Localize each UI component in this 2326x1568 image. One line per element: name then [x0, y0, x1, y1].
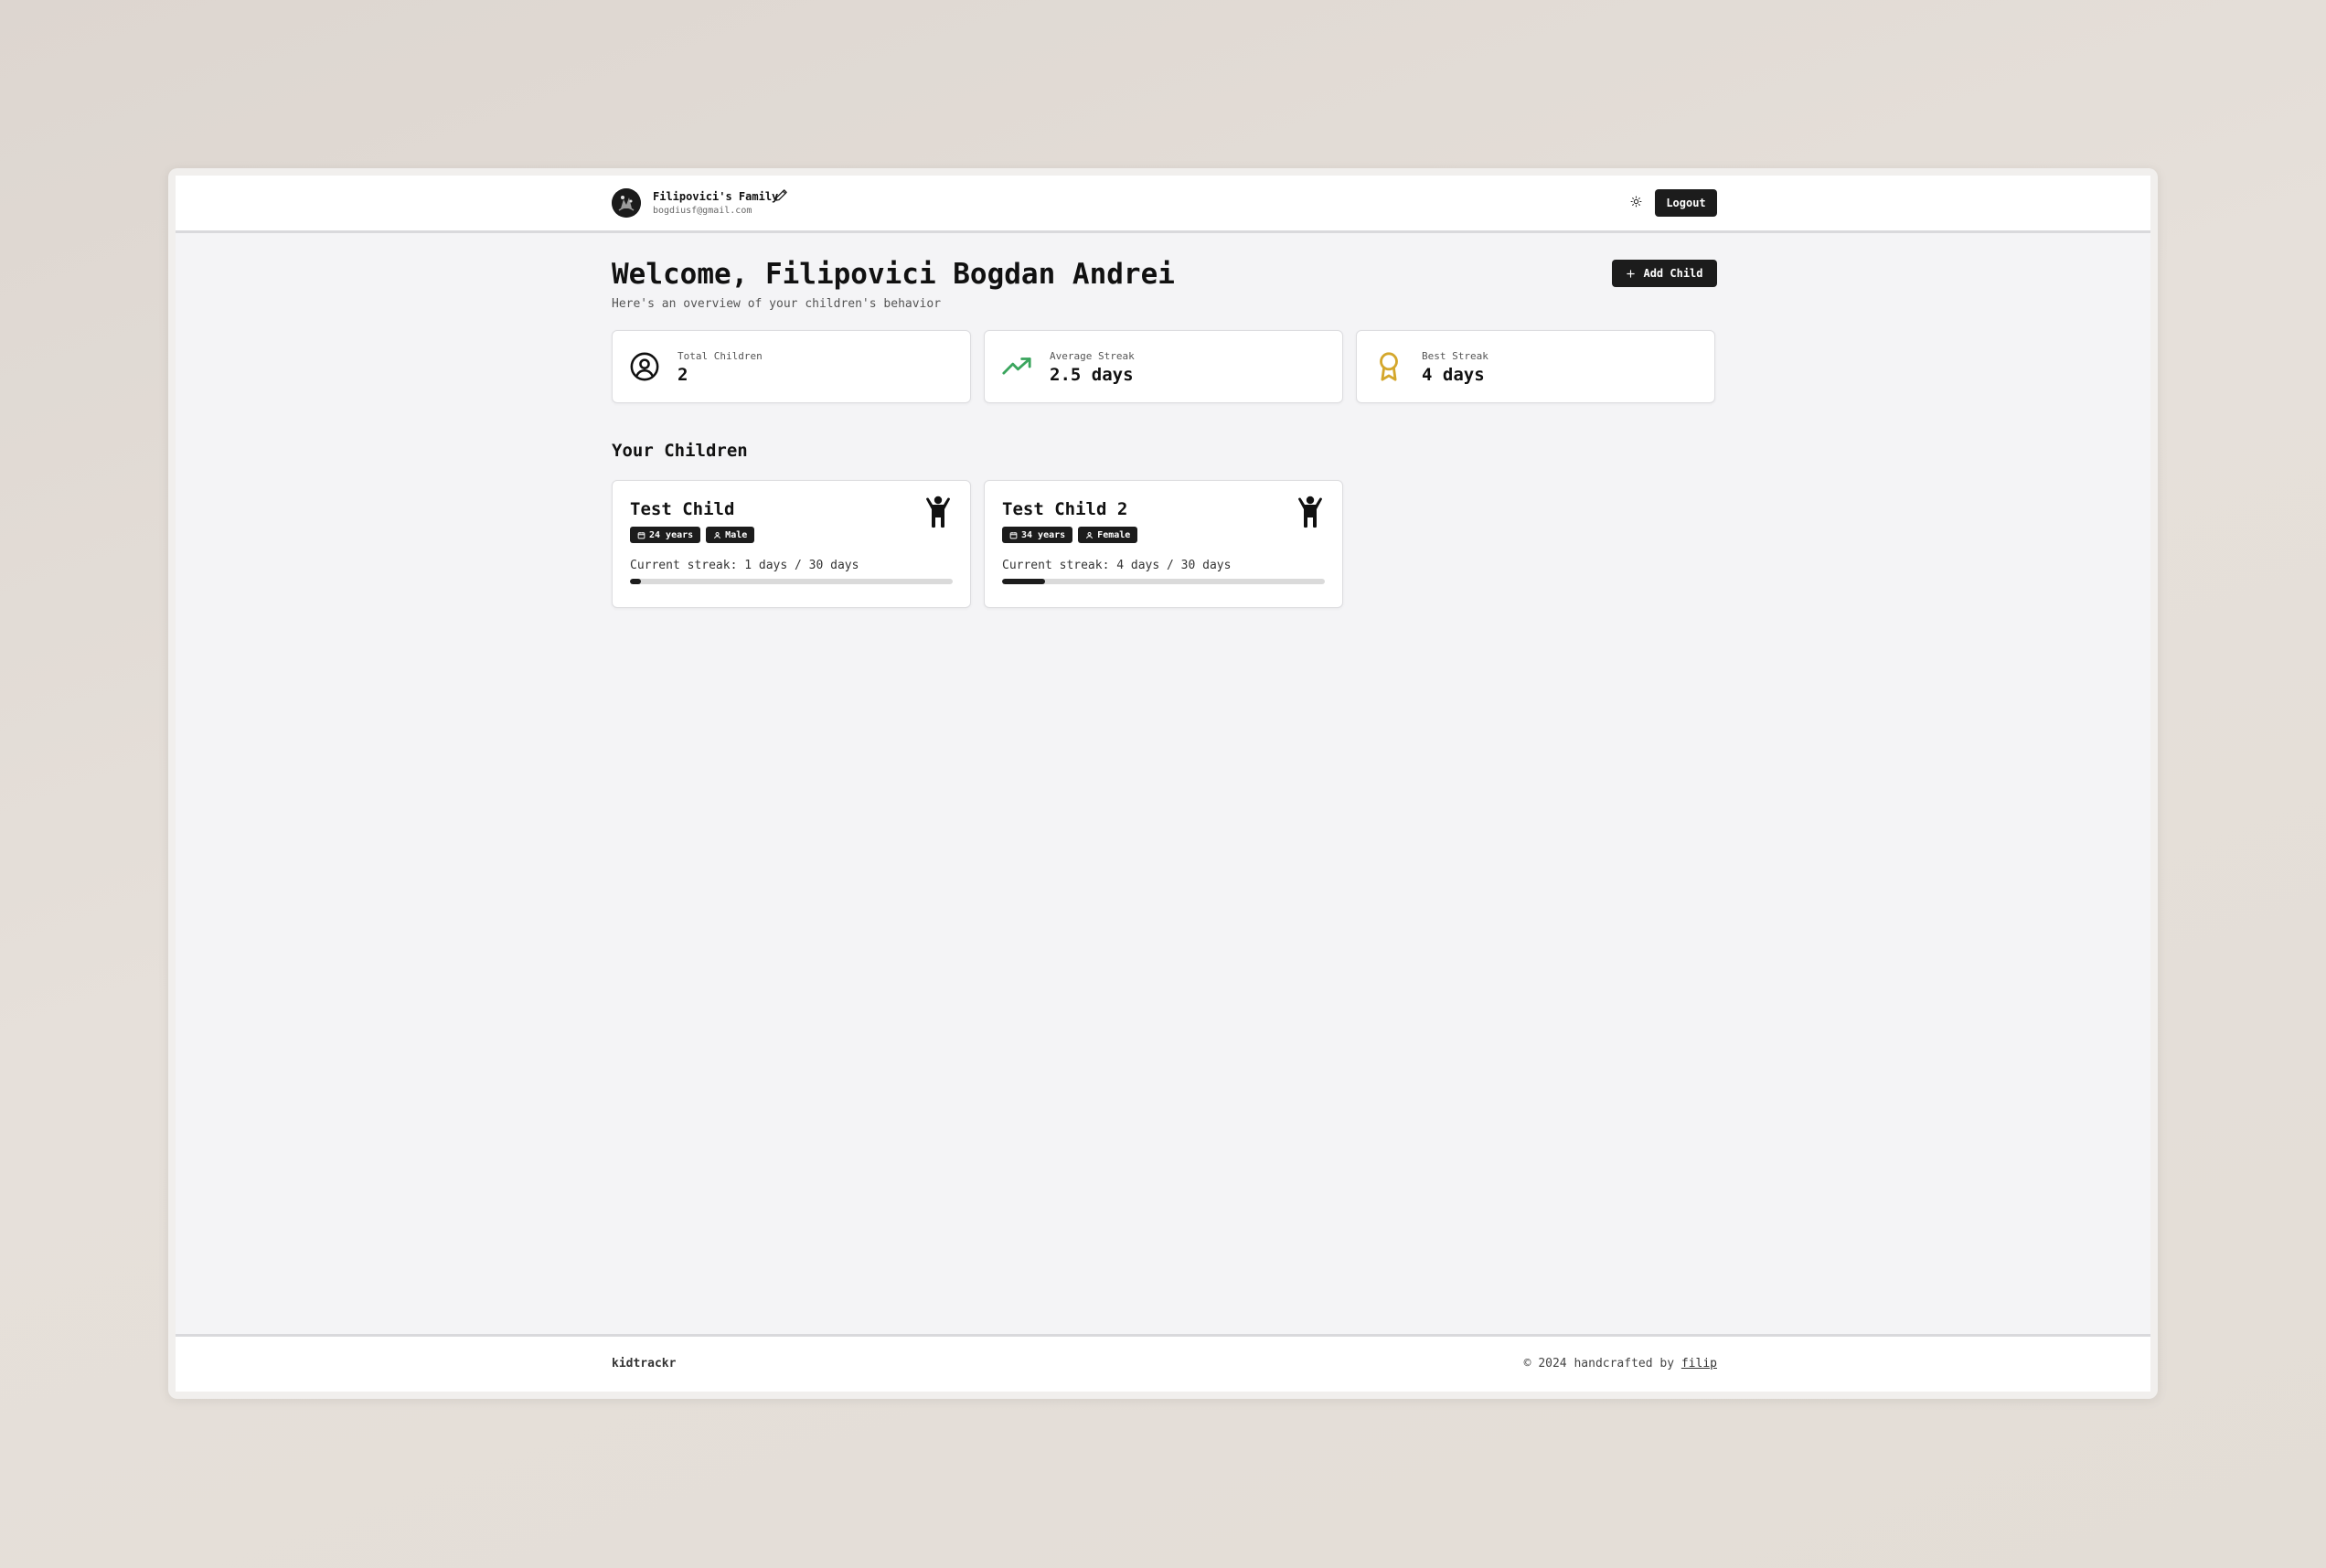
user-icon — [1086, 531, 1094, 539]
page-title: Welcome, Filipovici Bogdan Andrei — [612, 258, 1175, 291]
stat-card-total-children: Total Children 2 — [612, 330, 971, 403]
theme-toggle-button[interactable] — [1624, 189, 1648, 213]
footer-copyright: © 2024 handcrafted by filip — [1523, 1357, 1717, 1371]
stat-label: Total Children — [678, 350, 763, 362]
author-link[interactable]: filip — [1681, 1357, 1717, 1371]
age-badge: 34 years — [1002, 527, 1073, 543]
streak-progress-bar — [1002, 579, 1325, 584]
family-name: Filipovici's Family — [653, 190, 779, 203]
child-name: Test Child 2 — [1002, 499, 1128, 519]
top-bar: Filipovici's Family bogdiusf@gmail.com L… — [176, 176, 2150, 233]
child-card[interactable]: Test Child 24 years Male Current streak:… — [612, 480, 971, 608]
streak-text: Current streak: 4 days / 30 days — [1002, 559, 1232, 572]
family-email: bogdiusf@gmail.com — [653, 206, 752, 216]
streak-progress-bar — [630, 579, 953, 584]
user-circle-icon — [630, 352, 659, 381]
streak-text: Current streak: 1 days / 30 days — [630, 559, 859, 572]
calendar-icon — [637, 531, 646, 539]
child-name: Test Child — [630, 499, 735, 519]
section-title: Your Children — [612, 441, 748, 461]
trending-up-icon — [1002, 357, 1031, 375]
user-icon — [714, 531, 721, 539]
child-badges: 24 years Male — [630, 527, 755, 543]
child-card[interactable]: Test Child 2 34 years Female Current str… — [984, 480, 1343, 608]
footer: kidtrackr © 2024 handcrafted by filip — [176, 1334, 2150, 1392]
calendar-icon — [1009, 531, 1018, 539]
pencil-icon[interactable] — [774, 188, 788, 202]
sun-icon — [1630, 196, 1641, 207]
child-badges: 34 years Female — [1002, 527, 1138, 543]
footer-brand: kidtrackr — [612, 1357, 677, 1371]
stat-value: 2.5 days — [1050, 365, 1134, 385]
stat-label: Best Streak — [1422, 350, 1488, 362]
stat-card-average-streak: Average Streak 2.5 days — [984, 330, 1343, 403]
child-icon — [1298, 496, 1322, 528]
stat-label: Average Streak — [1050, 350, 1135, 362]
add-child-label: Add Child — [1643, 267, 1703, 280]
gender-badge: Male — [706, 527, 755, 543]
age-badge: 24 years — [630, 527, 701, 543]
streak-progress-fill — [630, 579, 641, 584]
page-subtitle: Here's an overview of your children's be… — [612, 297, 942, 311]
stat-card-best-streak: Best Streak 4 days — [1356, 330, 1715, 403]
plus-icon — [1627, 269, 1636, 278]
stat-value: 4 days — [1422, 365, 1485, 385]
award-icon — [1380, 352, 1398, 381]
gender-badge: Female — [1078, 527, 1138, 543]
child-icon — [926, 496, 950, 528]
logout-button[interactable]: Logout — [1655, 189, 1717, 217]
browser-window: Filipovici's Family bogdiusf@gmail.com L… — [168, 168, 2158, 1399]
stat-value: 2 — [678, 365, 688, 385]
add-child-button[interactable]: Add Child — [1612, 260, 1717, 287]
family-avatar[interactable] — [612, 188, 641, 218]
app-root: Filipovici's Family bogdiusf@gmail.com L… — [176, 176, 2150, 1392]
streak-progress-fill — [1002, 579, 1046, 584]
